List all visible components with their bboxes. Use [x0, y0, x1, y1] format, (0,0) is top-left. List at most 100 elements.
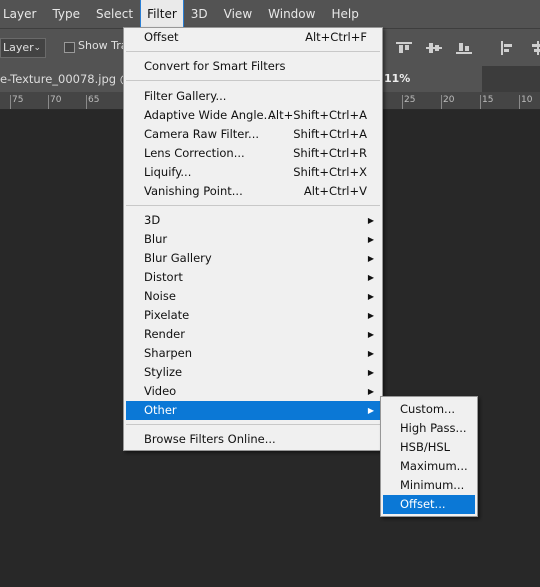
menu-item-label: Custom...	[400, 402, 456, 416]
menu-help[interactable]: Help	[323, 0, 366, 28]
menu-item-other[interactable]: Other ▶	[126, 401, 380, 420]
menu-item-label: Camera Raw Filter...	[144, 127, 260, 141]
menu-item-lens-correction[interactable]: Lens Correction... Shift+Ctrl+R	[126, 144, 380, 163]
menu-item-label: High Pass...	[400, 421, 467, 435]
submenu-item-hsb-hsl[interactable]: HSB/HSL	[383, 438, 475, 457]
menu-item-adaptive-wide-angle[interactable]: Adaptive Wide Angle... Alt+Shift+Ctrl+A	[126, 106, 380, 125]
auto-select-layer-dropdown[interactable]: Layer ⌄	[0, 38, 46, 58]
menu-item-label: HSB/HSL	[400, 440, 451, 454]
menu-item-3d[interactable]: 3D ▶	[126, 211, 380, 230]
menu-item-liquify[interactable]: Liquify... Shift+Ctrl+X	[126, 163, 380, 182]
layer-dropdown-value: Layer	[3, 41, 34, 54]
menu-item-shortcut: Alt+Ctrl+V	[303, 184, 367, 198]
menu-item-noise[interactable]: Noise ▶	[126, 287, 380, 306]
ruler-tick	[441, 95, 442, 109]
align-vertical-center-icon[interactable]	[426, 41, 442, 55]
menu-item-label: Distort	[144, 270, 183, 284]
ruler-label: 10	[521, 95, 533, 105]
menu-item-label: 3D	[144, 213, 161, 227]
menu-item-label: Maximum...	[400, 459, 468, 473]
menu-item-label: Other	[144, 403, 177, 417]
menu-item-shortcut: Shift+Ctrl+X	[293, 165, 367, 179]
menu-3d[interactable]: 3D	[183, 0, 216, 28]
menu-item-render[interactable]: Render ▶	[126, 325, 380, 344]
menu-item-label: Lens Correction...	[144, 146, 245, 160]
menu-divider	[126, 51, 380, 52]
menu-item-last-filter-offset[interactable]: Offset Alt+Ctrl+F	[126, 28, 380, 47]
align-top-icon[interactable]	[396, 41, 412, 55]
submenu-item-offset[interactable]: Offset...	[383, 495, 475, 514]
menu-select[interactable]: Select	[88, 0, 141, 28]
menu-item-label: Stylize	[144, 365, 183, 379]
document-tab-title: e-Texture_00078.jpg @ 1	[0, 72, 124, 86]
align-horizontal-center-icon[interactable]	[530, 41, 540, 55]
submenu-item-high-pass[interactable]: High Pass...	[383, 419, 475, 438]
ruler-tick	[480, 95, 481, 109]
menu-item-label: Vanishing Point...	[144, 184, 243, 198]
menu-item-camera-raw-filter[interactable]: Camera Raw Filter... Shift+Ctrl+A	[126, 125, 380, 144]
triangle-right-icon: ▶	[367, 311, 374, 320]
menu-item-video[interactable]: Video ▶	[126, 382, 380, 401]
ruler-label: 75	[12, 95, 24, 105]
ruler-tick	[519, 95, 520, 109]
triangle-right-icon: ▶	[367, 330, 374, 339]
menu-item-shortcut: Alt+Shift+Ctrl+A	[268, 108, 367, 122]
chevron-down-icon: ⌄	[33, 43, 41, 53]
menu-item-blur-gallery[interactable]: Blur Gallery ▶	[126, 249, 380, 268]
other-submenu: Custom... High Pass... HSB/HSL Maximum..…	[380, 396, 478, 517]
align-bottom-icon[interactable]	[456, 41, 472, 55]
ruler-tick	[402, 95, 403, 109]
menu-item-label: Offset	[144, 30, 179, 44]
menu-item-blur[interactable]: Blur ▶	[126, 230, 380, 249]
show-transform-checkbox[interactable]	[64, 42, 75, 53]
menu-item-label: Blur Gallery	[144, 251, 212, 265]
ruler-label: 15	[482, 95, 494, 105]
menu-item-label: Minimum...	[400, 478, 465, 492]
menu-window[interactable]: Window	[260, 0, 323, 28]
menu-bar: Layer Type Select Filter 3D View Window …	[0, 0, 540, 29]
triangle-right-icon: ▶	[367, 273, 374, 282]
ruler-label: 65	[88, 95, 100, 105]
document-tab-texture[interactable]: e-Texture_00078.jpg @ 1	[0, 66, 124, 92]
menu-item-shortcut: Shift+Ctrl+R	[293, 146, 367, 160]
menu-item-label: Render	[144, 327, 185, 341]
menu-item-filter-gallery[interactable]: Filter Gallery...	[126, 87, 380, 106]
menu-divider	[126, 424, 380, 425]
triangle-right-icon: ▶	[367, 368, 374, 377]
menu-view[interactable]: View	[216, 0, 260, 28]
triangle-right-icon: ▶	[367, 349, 374, 358]
filter-menu: Offset Alt+Ctrl+F Convert for Smart Filt…	[123, 27, 383, 451]
menu-divider	[126, 80, 380, 81]
document-tab-active[interactable]: 11% (RGB/8#)×	[380, 66, 482, 111]
ruler-tick	[48, 95, 49, 109]
align-icons-group	[396, 41, 540, 55]
submenu-item-maximum[interactable]: Maximum...	[383, 457, 475, 476]
menu-item-label: Convert for Smart Filters	[144, 59, 286, 73]
triangle-right-icon: ▶	[367, 235, 374, 244]
menu-item-label: Video	[144, 384, 177, 398]
menu-item-stylize[interactable]: Stylize ▶	[126, 363, 380, 382]
menu-item-label: Browse Filters Online...	[144, 432, 276, 446]
triangle-right-icon: ▶	[367, 216, 374, 225]
menu-item-label: Adaptive Wide Angle...	[144, 108, 275, 122]
menu-item-browse-filters-online[interactable]: Browse Filters Online...	[126, 430, 380, 449]
menu-item-distort[interactable]: Distort ▶	[126, 268, 380, 287]
menu-item-convert-smart-filters[interactable]: Convert for Smart Filters	[126, 57, 380, 76]
menu-item-vanishing-point[interactable]: Vanishing Point... Alt+Ctrl+V	[126, 182, 380, 201]
triangle-right-icon: ▶	[367, 254, 374, 263]
menu-filter[interactable]: Filter	[140, 0, 184, 29]
align-left-icon[interactable]	[500, 41, 516, 55]
menu-item-label: Noise	[144, 289, 176, 303]
menu-type[interactable]: Type	[44, 0, 88, 28]
menu-item-label: Sharpen	[144, 346, 193, 360]
menu-divider	[126, 205, 380, 206]
menu-item-shortcut: Alt+Ctrl+F	[305, 30, 367, 44]
ruler-tick	[86, 95, 87, 109]
submenu-item-custom[interactable]: Custom...	[383, 400, 475, 419]
menu-item-sharpen[interactable]: Sharpen ▶	[126, 344, 380, 363]
submenu-item-minimum[interactable]: Minimum...	[383, 476, 475, 495]
ruler-tick	[10, 95, 11, 109]
menu-item-pixelate[interactable]: Pixelate ▶	[126, 306, 380, 325]
menu-layer[interactable]: Layer	[0, 0, 44, 28]
triangle-right-icon: ▶	[367, 406, 374, 415]
